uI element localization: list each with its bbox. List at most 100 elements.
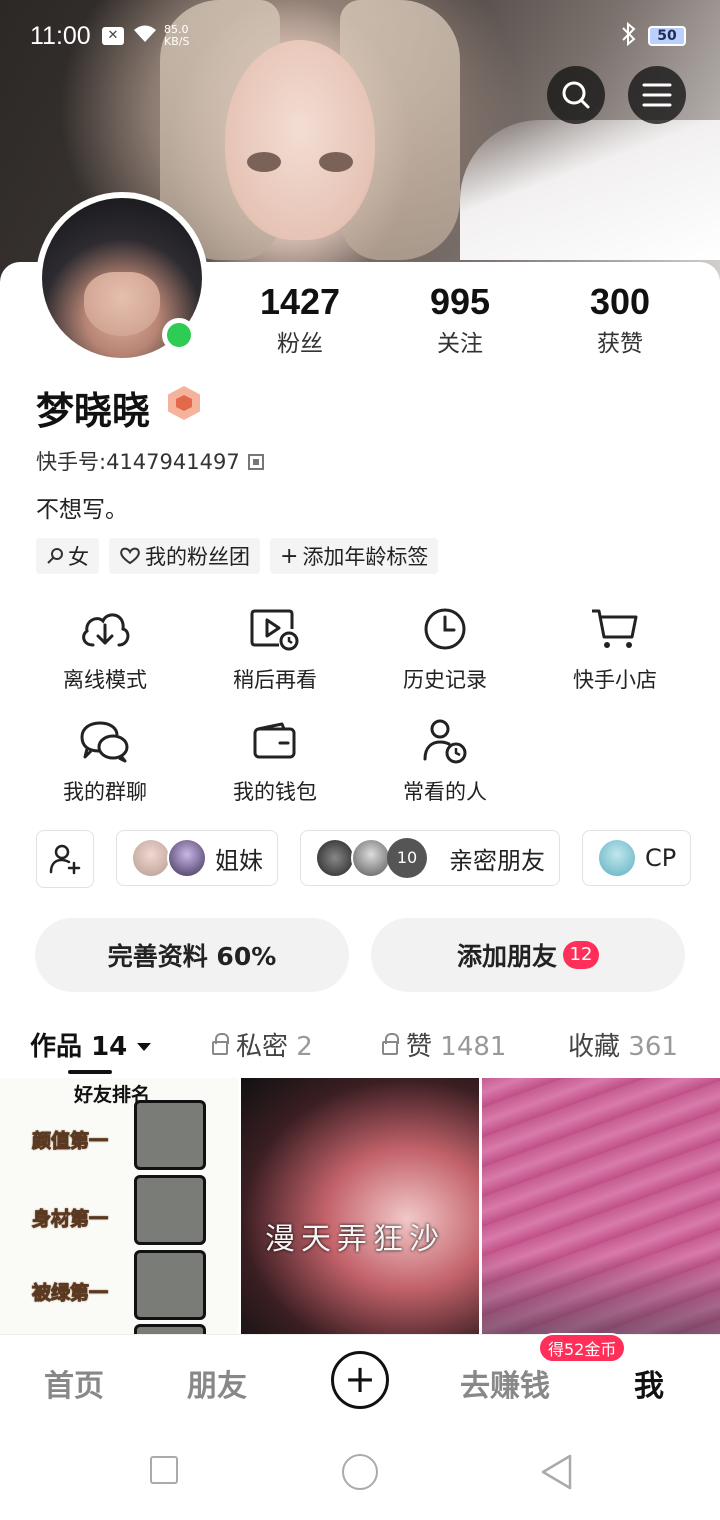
- nav-friends[interactable]: 朋友: [187, 1361, 247, 1405]
- hamburger-menu-icon: [642, 83, 672, 107]
- tab-liked-label: 赞: [406, 1032, 433, 1062]
- stat-following[interactable]: 995 关注: [380, 282, 540, 362]
- stat-followers[interactable]: 1427 粉丝: [220, 282, 380, 362]
- add-person-icon: [49, 844, 81, 875]
- menu-offline-mode[interactable]: 离线模式: [20, 600, 190, 712]
- banner-image-part: [247, 152, 281, 172]
- bluetooth-icon: [620, 21, 638, 52]
- tab-works-count: 14: [91, 1032, 128, 1062]
- work-text: 颜值第一: [31, 1130, 109, 1153]
- female-icon: [47, 548, 63, 564]
- gender-tag[interactable]: 女: [36, 538, 99, 574]
- profile-tags: 女 我的粉丝团 + 添加年龄标签: [36, 538, 439, 574]
- work-thumbnail[interactable]: 漫天弄狂沙: [241, 1078, 479, 1334]
- clock-icon: [424, 608, 466, 650]
- notification-icon: ✕: [102, 27, 124, 45]
- search-button[interactable]: [547, 66, 605, 124]
- menu-group-chat[interactable]: 我的群聊: [20, 712, 190, 824]
- fan-club-tag[interactable]: 我的粉丝团: [109, 538, 260, 574]
- plus-icon: +: [280, 543, 299, 569]
- menu-shop[interactable]: 快手小店: [530, 600, 700, 712]
- group-cp[interactable]: CP: [582, 830, 692, 886]
- stat-label: 关注: [437, 331, 483, 357]
- add-age-tag-label: 添加年龄标签: [302, 545, 429, 569]
- menu-history[interactable]: 历史记录: [360, 600, 530, 712]
- complete-profile-label: 完善资料 60%: [107, 942, 277, 971]
- menu-label: 我的钱包: [233, 780, 317, 804]
- chat-bubbles-icon: [80, 721, 129, 763]
- group-name: 亲密朋友: [449, 846, 545, 875]
- tab-liked[interactable]: 赞 1481: [382, 1026, 506, 1063]
- complete-profile-button[interactable]: 完善资料 60%: [35, 918, 349, 992]
- tab-private[interactable]: 私密 2: [212, 1026, 313, 1063]
- tab-saved[interactable]: 收藏 361: [568, 1026, 678, 1063]
- stat-label: 获赞: [597, 331, 643, 357]
- menu-label: 我的群聊: [63, 780, 147, 804]
- status-bar: 11:00 ✕ 85.0 KB/S 50: [0, 0, 720, 74]
- heart-icon: [120, 547, 140, 565]
- work-text: 身材第一: [31, 1208, 109, 1231]
- tab-private-label: 私密: [236, 1032, 289, 1062]
- kuaishou-id[interactable]: 快手号:4147941497: [36, 446, 264, 476]
- menu-label: 历史记录: [403, 668, 487, 692]
- work-text: 被绿第一: [31, 1282, 109, 1305]
- work-caption: 漫天弄狂沙: [265, 1222, 445, 1257]
- nav-earn[interactable]: 去赚钱: [460, 1361, 550, 1405]
- back-icon[interactable]: [540, 1454, 572, 1490]
- friend-groups: 姐妹 10 亲密朋友 CP: [36, 830, 720, 888]
- qr-code-icon[interactable]: [247, 454, 264, 470]
- menu-frequent-people[interactable]: 常看的人: [360, 712, 530, 824]
- stat-likes[interactable]: 300 获赞: [540, 282, 700, 362]
- create-button[interactable]: +: [331, 1351, 389, 1409]
- menu-label: 离线模式: [63, 668, 147, 692]
- bio[interactable]: 不想写。: [36, 490, 128, 524]
- work-thumbnail[interactable]: [482, 1078, 720, 1334]
- earn-coin-badge: 得52金币: [538, 1333, 627, 1363]
- kuaishou-id-label: 快手号:: [36, 450, 107, 474]
- menu-button[interactable]: [628, 66, 686, 124]
- add-friends-badge: 12: [563, 941, 599, 969]
- work-image-part: [134, 1100, 206, 1170]
- menu-watch-later[interactable]: 稍后再看: [190, 600, 360, 712]
- network-speed-unit: KB/S: [164, 35, 190, 48]
- works-grid: 好友排名 颜值第一 身材第一 被绿第一 漫天弄狂沙: [0, 1078, 720, 1334]
- network-speed: 85.0 KB/S: [164, 24, 189, 48]
- work-image-part: [134, 1250, 206, 1320]
- nav-me[interactable]: 我: [634, 1361, 664, 1405]
- tab-liked-count: 1481: [440, 1032, 507, 1062]
- banner-image-part: [319, 152, 353, 172]
- fan-club-tag-label: 我的粉丝团: [145, 545, 250, 569]
- add-friends-button[interactable]: 添加朋友 12: [371, 918, 685, 992]
- tab-active-indicator: [68, 1070, 112, 1074]
- group-name: CP: [645, 844, 677, 872]
- menu-wallet[interactable]: 我的钱包: [190, 712, 360, 824]
- add-age-tag[interactable]: + 添加年龄标签: [270, 538, 439, 574]
- profile-actions: 完善资料 60% 添加朋友 12: [35, 918, 685, 992]
- stat-value: 300: [589, 281, 651, 322]
- home-icon[interactable]: [342, 1454, 378, 1490]
- group-member-avatar: [597, 838, 637, 878]
- group-member-avatar: [167, 838, 207, 878]
- group-sisters[interactable]: 姐妹: [116, 830, 278, 886]
- wifi-icon: [132, 22, 158, 50]
- work-thumbnail[interactable]: 好友排名 颜值第一 身材第一 被绿第一: [0, 1078, 238, 1334]
- avatar-image-part: [84, 272, 160, 336]
- recent-apps-icon[interactable]: [150, 1456, 178, 1484]
- profile-stats: 1427 粉丝 995 关注 300 获赞: [220, 282, 700, 362]
- nav-home[interactable]: 首页: [44, 1361, 104, 1405]
- plus-icon: +: [344, 1357, 376, 1401]
- cart-icon: [592, 609, 638, 648]
- username: 梦晓晓: [36, 389, 151, 433]
- add-friends-label: 添加朋友: [456, 942, 557, 971]
- search-icon: [562, 81, 590, 109]
- watch-later-icon: [250, 609, 299, 651]
- online-status-dot: [162, 318, 196, 352]
- add-group-button[interactable]: [36, 830, 94, 888]
- menu-label: 常看的人: [403, 780, 487, 804]
- lock-icon: [212, 1033, 229, 1055]
- tab-works[interactable]: 作品 14: [30, 1026, 152, 1063]
- tab-saved-label: 收藏: [568, 1032, 621, 1062]
- battery-icon: 50: [648, 26, 686, 46]
- group-member-avatar: [131, 838, 171, 878]
- group-close-friends[interactable]: 10 亲密朋友: [300, 830, 560, 886]
